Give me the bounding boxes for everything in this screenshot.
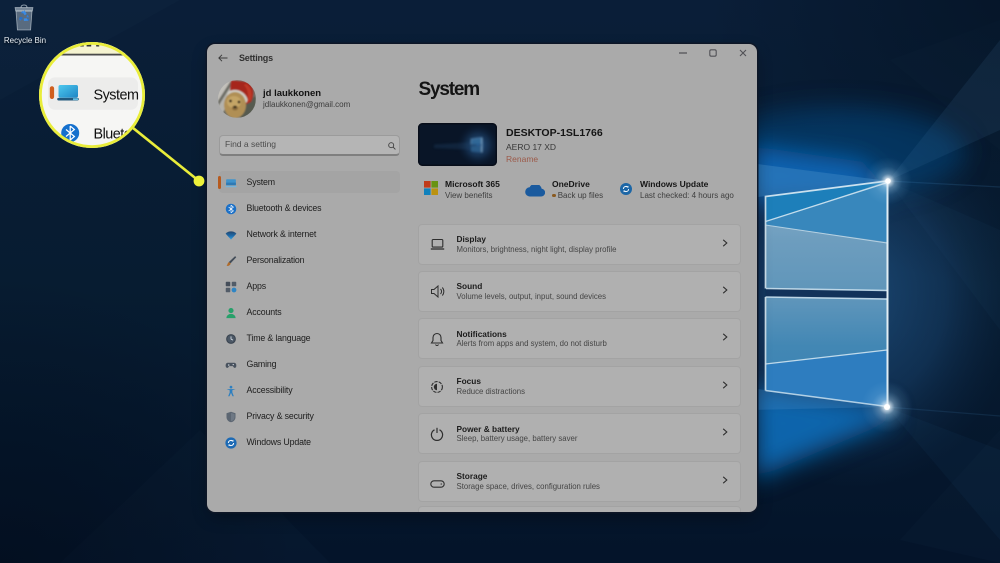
svg-text:System: System <box>94 88 139 104</box>
